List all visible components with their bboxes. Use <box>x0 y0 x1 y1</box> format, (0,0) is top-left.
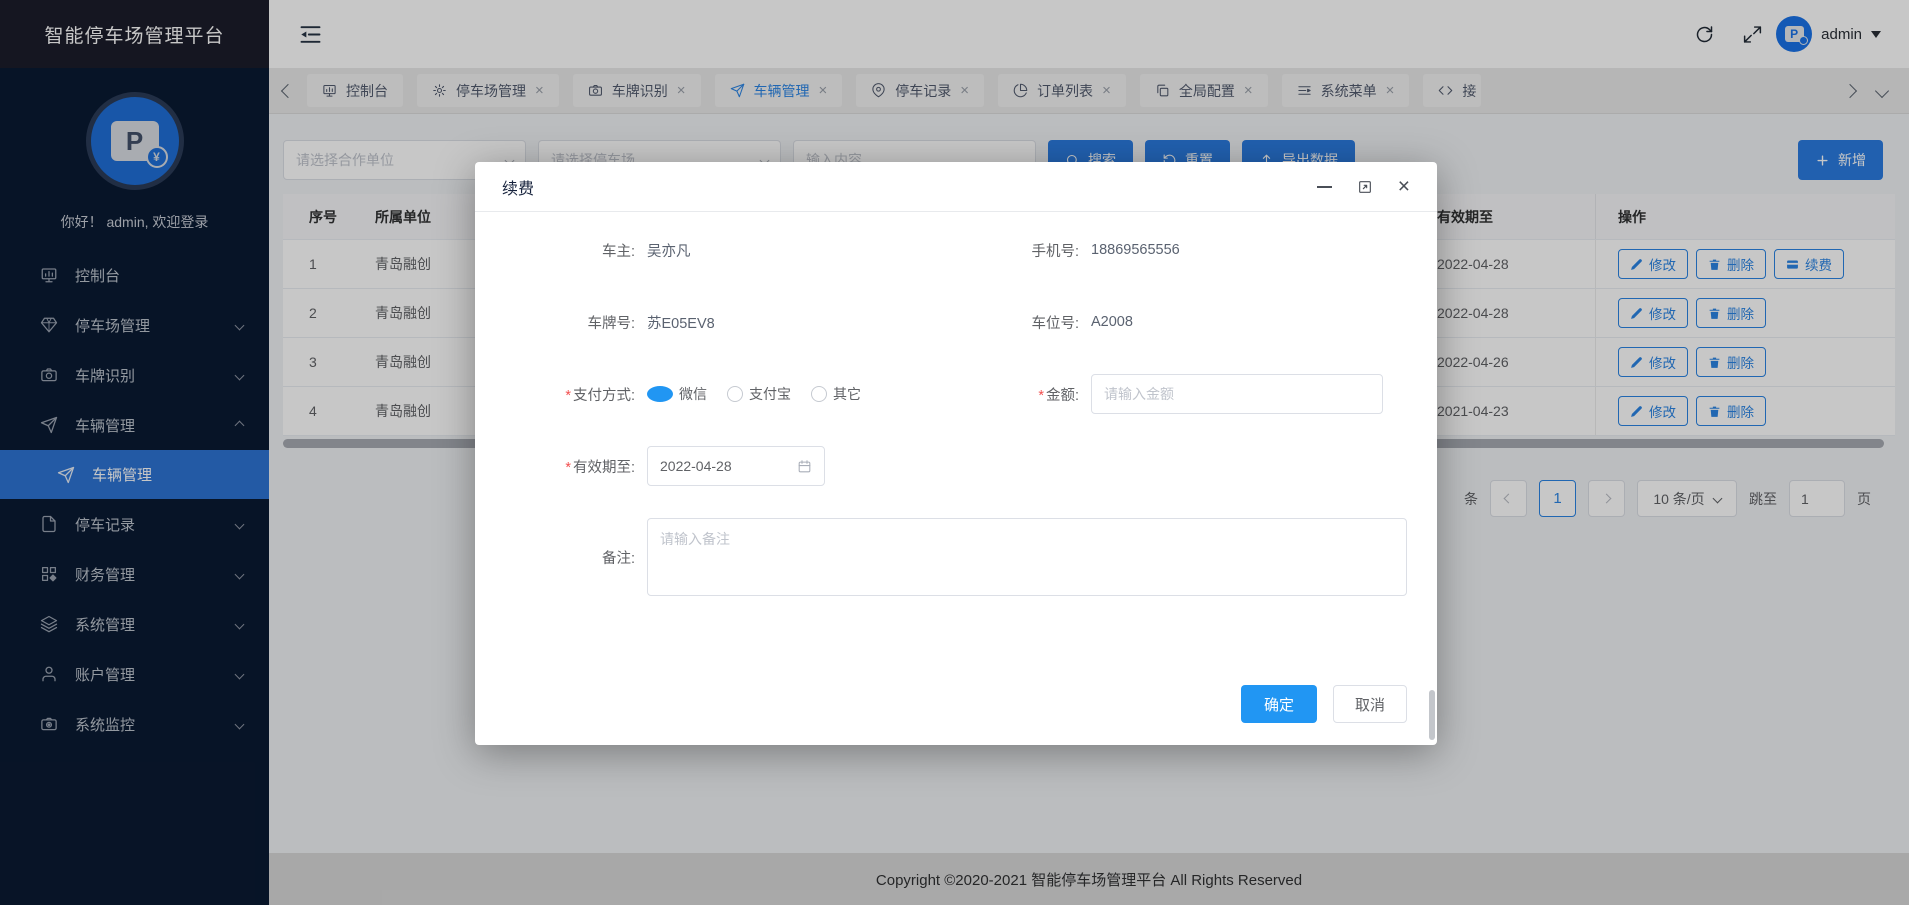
plate-label: 车牌号: <box>505 312 647 333</box>
phone-label: 手机号: <box>956 240 1091 261</box>
modal-scrollbar-thumb[interactable] <box>1429 690 1435 740</box>
dialog-footer: 确定 取消 <box>475 685 1437 745</box>
spot-label: 车位号: <box>956 312 1091 333</box>
radio-selected-icon <box>647 386 673 402</box>
radio-alipay[interactable]: 支付宝 <box>727 384 791 404</box>
amount-label: *金额: <box>956 384 1091 405</box>
radio-icon <box>727 386 743 402</box>
cancel-button[interactable]: 取消 <box>1333 685 1407 723</box>
payment-label: *支付方式: <box>505 384 647 405</box>
remark-textarea[interactable] <box>647 518 1407 596</box>
amount-input-wrap <box>1091 374 1383 414</box>
renew-dialog: 续费 × 车主: 吴亦凡 手机号: 18869565556 车牌号: 苏E05E… <box>475 162 1437 745</box>
maximize-icon[interactable] <box>1357 179 1373 195</box>
calendar-icon <box>797 459 812 474</box>
plate-value: 苏E05EV8 <box>647 312 715 333</box>
close-icon[interactable]: × <box>1398 176 1410 197</box>
valid-until-label: *有效期至: <box>505 456 647 477</box>
radio-wechat[interactable]: 微信 <box>647 384 707 404</box>
dialog-body: 车主: 吴亦凡 手机号: 18869565556 车牌号: 苏E05EV8 车位… <box>475 212 1437 685</box>
phone-value: 18869565556 <box>1091 242 1180 258</box>
amount-input[interactable] <box>1104 386 1370 402</box>
confirm-button[interactable]: 确定 <box>1241 685 1317 723</box>
valid-until-date-input[interactable]: 2022-04-28 <box>647 446 825 486</box>
owner-value: 吴亦凡 <box>647 240 691 261</box>
dialog-title: 续费 <box>502 175 534 199</box>
owner-label: 车主: <box>505 240 647 261</box>
radio-icon <box>811 386 827 402</box>
minimize-icon[interactable] <box>1317 186 1332 188</box>
dialog-header: 续费 × <box>475 162 1437 212</box>
remark-label: 备注: <box>505 547 647 568</box>
spot-value: A2008 <box>1091 314 1133 330</box>
radio-other[interactable]: 其它 <box>811 384 861 404</box>
